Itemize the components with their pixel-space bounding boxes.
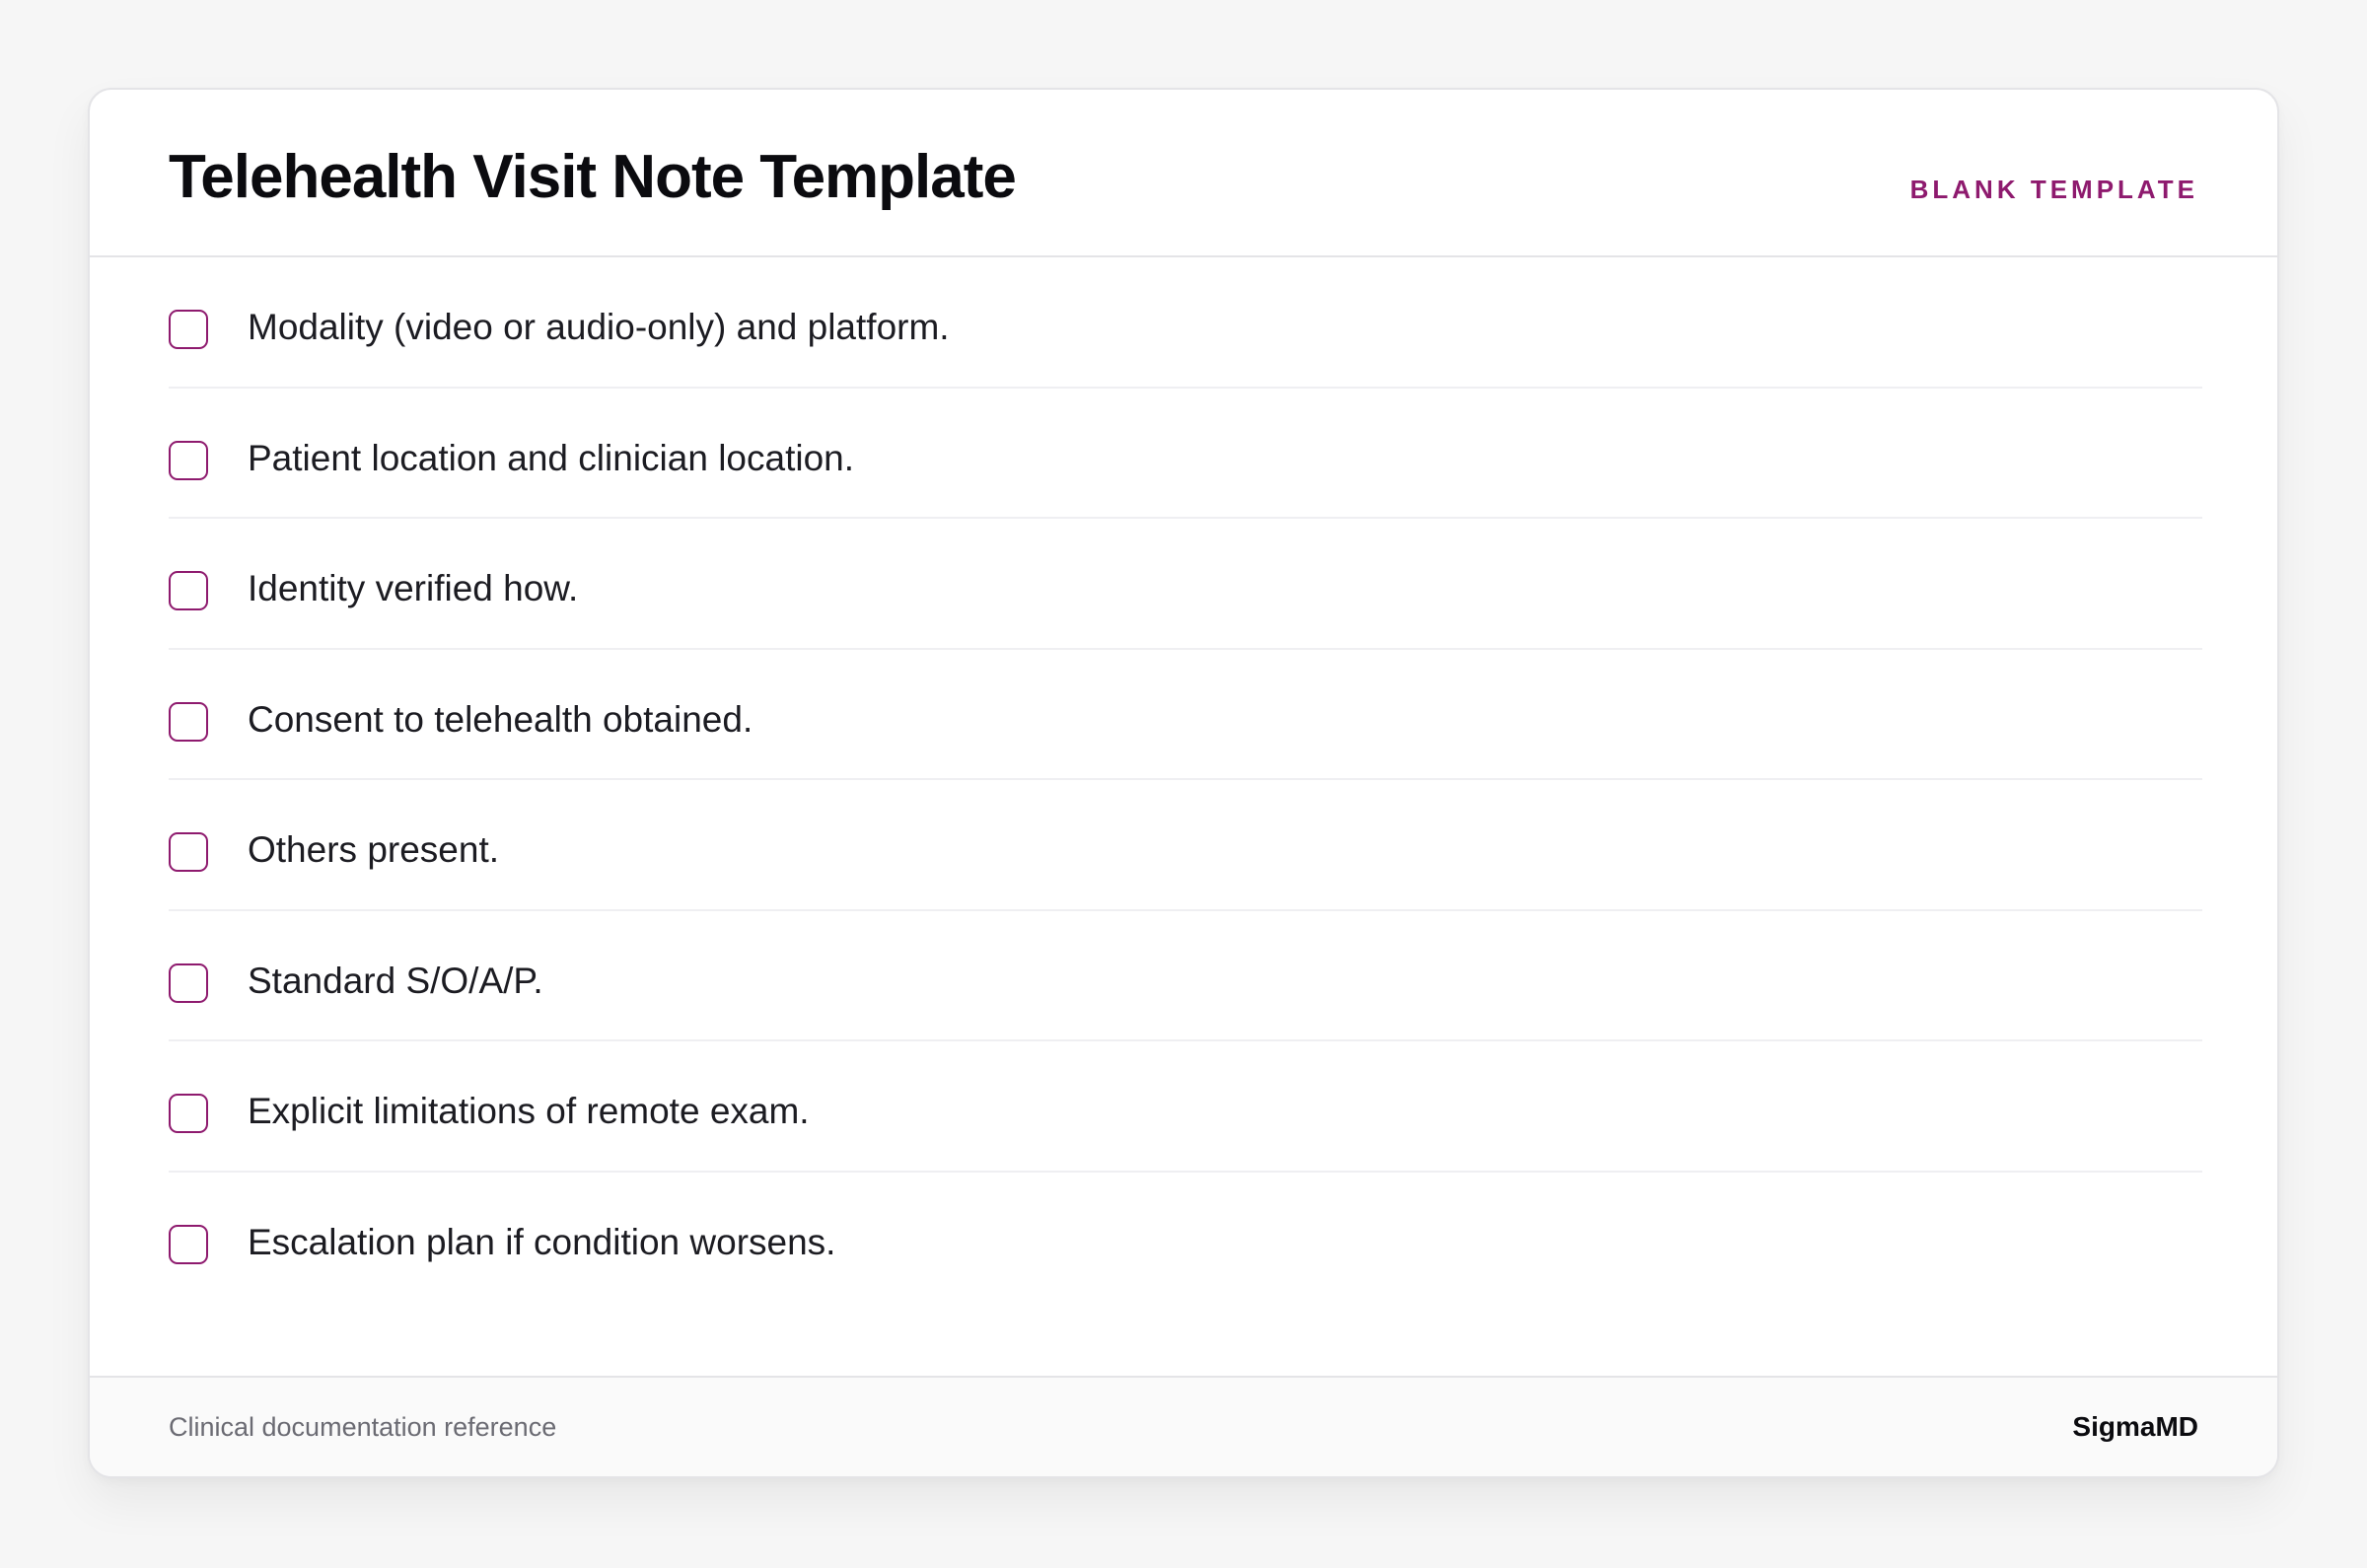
checkbox[interactable] [169,310,208,349]
checklist: Modality (video or audio-only) and platf… [169,257,2202,1303]
checklist-item: Identity verified how. [169,519,2202,650]
checklist-item: Modality (video or audio-only) and platf… [169,257,2202,389]
checklist-item-label: Explicit limitations of remote exam. [248,1091,810,1131]
checklist-item: Patient location and clinician location. [169,389,2202,519]
checkbox[interactable] [169,701,208,742]
footer-note: Clinical documentation reference [169,1412,557,1442]
checkbox[interactable] [169,962,208,1003]
checklist-item: Others present. [169,780,2202,911]
checkbox[interactable] [169,832,208,872]
template-status-badge: BLANK TEMPLATE [1909,175,2198,204]
template-card: Telehealth Visit Note Template BLANK TEM… [88,88,2279,1478]
checklist-item: Explicit limitations of remote exam. [169,1041,2202,1173]
checklist-item-label: Identity verified how. [248,568,579,608]
checklist-item-label: Escalation plan if condition worsens. [248,1221,836,1262]
checkbox[interactable] [169,440,208,480]
checklist-item-label: Patient location and clinician location. [248,437,854,478]
checklist-item-label: Consent to telehealth obtained. [248,698,753,740]
card-footer: Clinical documentation reference SigmaMD [90,1376,2277,1476]
checkbox[interactable] [169,571,208,610]
checklist-item-label: Standard S/O/A/P. [248,960,543,1001]
checklist-item: Escalation plan if condition worsens. [169,1173,2202,1304]
checkbox[interactable] [169,1094,208,1133]
card-header: Telehealth Visit Note Template BLANK TEM… [90,90,2277,257]
checklist-item: Standard S/O/A/P. [169,911,2202,1041]
page-title: Telehealth Visit Note Template [169,143,1017,211]
brand-name: SigmaMD [2072,1411,2198,1442]
checkbox[interactable] [169,1224,208,1264]
checklist-item-label: Others present. [248,829,500,870]
checklist-item-label: Modality (video or audio-only) and platf… [248,307,950,347]
checklist-item: Consent to telehealth obtained. [169,650,2202,780]
